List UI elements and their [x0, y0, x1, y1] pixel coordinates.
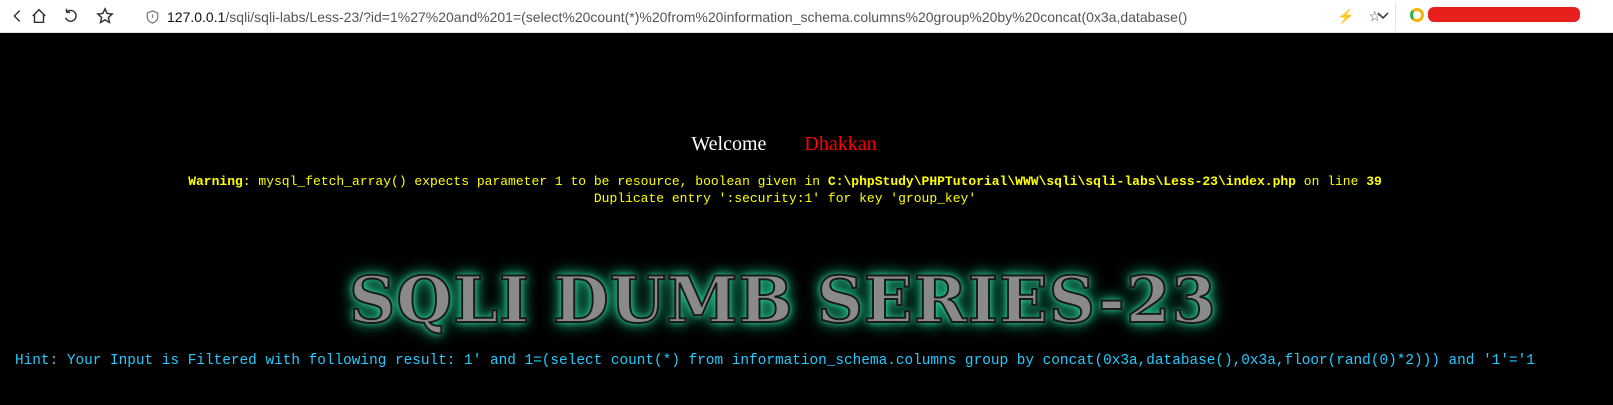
chevron-down-icon[interactable]	[1376, 8, 1392, 24]
extension-logo-icon[interactable]	[1410, 8, 1424, 22]
error-text: Duplicate entry ':security:1' for key 'g…	[593, 191, 977, 206]
url-path: /sqli/sqli-labs/Less-23/?id=1%27%20and%2…	[225, 8, 1188, 25]
address-bar[interactable]: 127.0.0.1/sqli/sqli-labs/Less-23/?id=1%2…	[136, 2, 1396, 31]
welcome-line: Welcome Dhakkan	[0, 133, 1568, 156]
warning-label: Warning	[188, 174, 243, 189]
welcome-name: Dhakkan	[804, 133, 877, 155]
page-content: Welcome Dhakkan Warning: mysql_fetch_arra…	[0, 62, 1613, 405]
series-title-banner: SQLI DUMB SERIES-23	[348, 262, 1217, 339]
url-host: 127.0.0.1	[167, 8, 226, 25]
reload-icon[interactable]	[56, 1, 86, 31]
warning-path: C:\phpStudy\PHPTutorial\WWW\sqli\sqli-la…	[827, 174, 1296, 189]
shield-icon	[144, 9, 160, 25]
php-warning: Warning: mysql_fetch_array() expects par…	[0, 173, 1570, 207]
hint-text: Hint: Your Input is Filtered with follow…	[15, 353, 1535, 369]
redacted-area	[1428, 7, 1580, 22]
home-icon[interactable]	[24, 1, 54, 31]
star-icon[interactable]	[90, 1, 120, 31]
warning-text: : mysql_fetch_array() expects parameter …	[242, 174, 828, 189]
welcome-label: Welcome	[691, 133, 767, 155]
warning-on-line: on line	[1295, 174, 1367, 189]
url-text[interactable]: 127.0.0.1/sqli/sqli-labs/Less-23/?id=1%2…	[167, 9, 1329, 25]
warning-line: Warning: mysql_fetch_array() expects par…	[0, 173, 1570, 190]
warning-line-number: 39	[1366, 174, 1382, 189]
browser-toolbar: 127.0.0.1/sqli/sqli-labs/Less-23/?id=1%2…	[0, 0, 1613, 33]
lightning-icon[interactable]: ⚡	[1337, 8, 1354, 25]
